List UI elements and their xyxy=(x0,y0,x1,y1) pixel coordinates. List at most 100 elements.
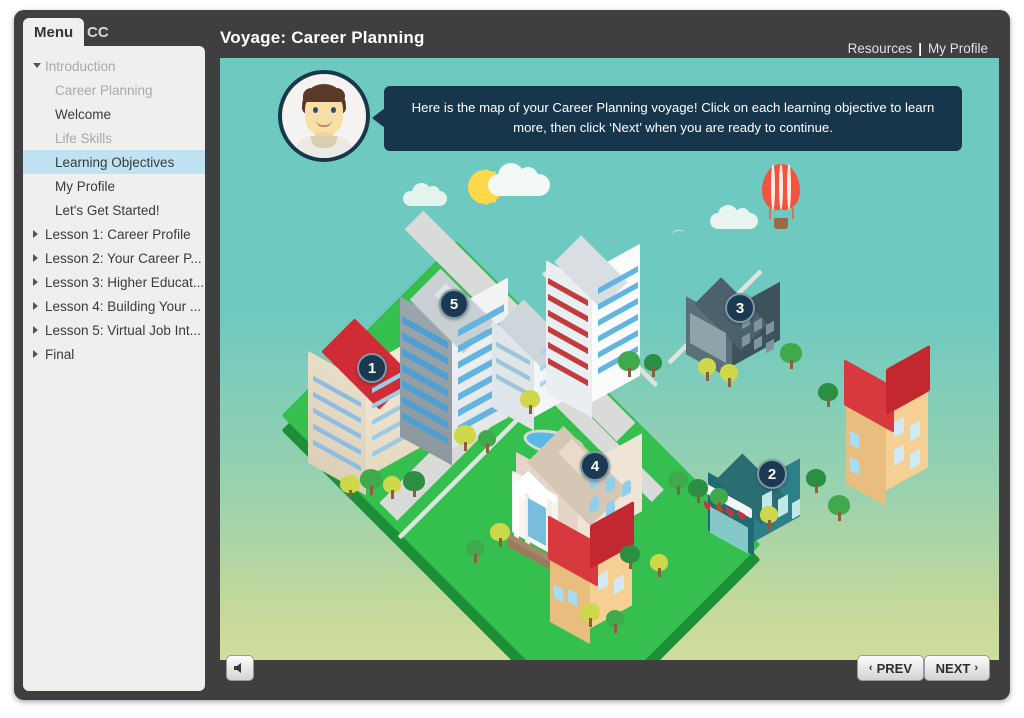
tab-menu[interactable]: Menu xyxy=(23,18,85,46)
map-marker-4[interactable]: 4 xyxy=(580,451,610,481)
map-marker-number: 3 xyxy=(735,299,745,317)
page-title: Voyage: Career Planning xyxy=(220,28,425,47)
tree-icon xyxy=(760,505,778,529)
next-chevron-icon: › xyxy=(974,662,978,674)
sidebar-item-label: Lesson 4: Building Your ... xyxy=(45,298,202,314)
chevron-down-icon[interactable] xyxy=(33,62,41,68)
tree-icon xyxy=(780,341,802,369)
course-player: Menu CC Voyage: Career Planning Resource… xyxy=(14,10,1010,700)
tree-icon xyxy=(340,473,360,499)
city-map: 1 2 3 4 5 xyxy=(220,210,999,660)
prev-chevron-icon: ‹ xyxy=(868,662,873,674)
tab-menu-label: Menu xyxy=(34,23,74,41)
map-marker-5[interactable]: 5 xyxy=(439,289,469,319)
balloon-rope xyxy=(769,208,771,219)
resources-link[interactable]: Resources xyxy=(848,41,913,56)
avatar-fringe xyxy=(303,88,345,102)
tree-icon xyxy=(360,467,382,495)
chevron-right-icon[interactable] xyxy=(33,350,38,358)
chevron-right-icon[interactable] xyxy=(33,302,38,310)
sidebar-item-label: Lesson 5: Virtual Job Int... xyxy=(45,322,201,338)
map-marker-1[interactable]: 1 xyxy=(357,353,387,383)
tree-icon xyxy=(620,543,640,569)
tree-icon xyxy=(580,601,600,627)
tree-icon xyxy=(478,429,496,453)
tree-icon xyxy=(668,469,688,495)
next-button-label: NEXT xyxy=(935,660,971,676)
sidebar-item-label: Let's Get Started! xyxy=(55,202,160,218)
cloud-icon xyxy=(710,205,758,229)
tree-icon xyxy=(688,477,708,503)
sidebar-item-list: Introduction Career Planning Welcome Life S… xyxy=(23,46,205,366)
sidebar-item-lesson-1-career-profile[interactable]: Lesson 1: Career Profile xyxy=(23,222,205,246)
cloud-icon xyxy=(403,183,447,206)
tree-icon xyxy=(650,553,668,577)
sidebar-item-label: Introduction xyxy=(45,58,116,74)
sidebar-item-lesson-5-virtual-job-int[interactable]: Lesson 5: Virtual Job Int... xyxy=(23,318,205,342)
volume-button[interactable] xyxy=(226,655,254,681)
tree-icon xyxy=(490,521,510,547)
map-marker-number: 1 xyxy=(367,359,377,377)
map-marker-number: 4 xyxy=(590,457,600,475)
chevron-right-icon[interactable] xyxy=(33,230,38,238)
sidebar-item-lesson-4-building-your[interactable]: Lesson 4: Building Your ... xyxy=(23,294,205,318)
tree-icon xyxy=(403,469,425,497)
tree-icon xyxy=(644,353,662,377)
sidebar-item-label: Life Skills xyxy=(55,130,113,146)
balloon-basket xyxy=(774,218,788,229)
sidebar-item-lesson-2-your-career-p[interactable]: Lesson 2: Your Career P... xyxy=(23,246,205,270)
sidebar-item-label: Lesson 2: Your Career P... xyxy=(45,250,202,266)
sidebar-menu: Introduction Career Planning Welcome Life S… xyxy=(23,46,205,691)
sidebar-item-introduction[interactable]: Introduction xyxy=(23,54,205,78)
next-button[interactable]: NEXT › xyxy=(923,655,990,681)
tree-icon xyxy=(466,539,484,563)
tree-icon xyxy=(698,357,716,381)
cloud-icon xyxy=(488,163,550,196)
sidebar-item-learning-objectives[interactable]: Learning Objectives xyxy=(23,150,205,174)
tree-icon xyxy=(818,381,838,407)
tree-icon xyxy=(828,493,850,521)
tree-icon xyxy=(454,423,476,451)
top-links: Resources | My Profile xyxy=(848,41,988,56)
map-marker-3[interactable]: 3 xyxy=(725,293,755,323)
tab-cc[interactable]: CC xyxy=(76,18,120,46)
sidebar-item-my-profile[interactable]: My Profile xyxy=(23,174,205,198)
chevron-right-icon[interactable] xyxy=(33,278,38,286)
tree-icon xyxy=(520,388,540,414)
hot-air-balloon-icon xyxy=(762,164,800,210)
tree-icon xyxy=(618,349,640,377)
map-marker-number: 5 xyxy=(449,295,459,313)
tree-icon xyxy=(710,487,728,511)
map-marker-number: 2 xyxy=(767,465,777,483)
link-separator: | xyxy=(918,41,922,56)
chevron-right-icon[interactable] xyxy=(33,326,38,334)
avatar xyxy=(278,70,370,162)
sidebar-item-label: Final xyxy=(45,346,75,362)
sidebar-item-life-skills[interactable]: Life Skills xyxy=(23,126,205,150)
tree-icon xyxy=(720,363,738,387)
sidebar-item-final[interactable]: Final xyxy=(23,342,205,366)
tree-icon xyxy=(806,467,826,493)
sidebar-item-career-planning[interactable]: Career Planning xyxy=(23,78,205,102)
chevron-right-icon[interactable] xyxy=(33,254,38,262)
sidebar-item-label: My Profile xyxy=(55,178,116,194)
bird-icon xyxy=(671,229,685,237)
prev-button-label: PREV xyxy=(876,660,912,676)
sidebar-item-label: Career Planning xyxy=(55,82,153,98)
narration-bubble: Here is the map of your Career Planning … xyxy=(372,86,962,151)
tab-cc-label: CC xyxy=(87,23,109,41)
tree-icon xyxy=(383,475,401,499)
prev-button[interactable]: ‹ PREV xyxy=(856,655,924,681)
avatar-eye xyxy=(331,107,336,113)
my-profile-link[interactable]: My Profile xyxy=(928,41,988,56)
slide-stage: 1 2 3 4 5 Here is the map of your Career Pla… xyxy=(220,58,999,660)
sidebar-item-label: Lesson 1: Career Profile xyxy=(45,226,191,242)
balloon-rope xyxy=(792,208,794,219)
sidebar-item-label: Lesson 3: Higher Educat... xyxy=(45,274,205,290)
sidebar-item-label: Learning Objectives xyxy=(55,154,175,170)
map-marker-2[interactable]: 2 xyxy=(757,459,787,489)
avatar-eye xyxy=(313,107,318,113)
sidebar-item-lesson-3-higher-educat[interactable]: Lesson 3: Higher Educat... xyxy=(23,270,205,294)
sidebar-item-welcome[interactable]: Welcome xyxy=(23,102,205,126)
sidebar-item-let-s-get-started[interactable]: Let's Get Started! xyxy=(23,198,205,222)
